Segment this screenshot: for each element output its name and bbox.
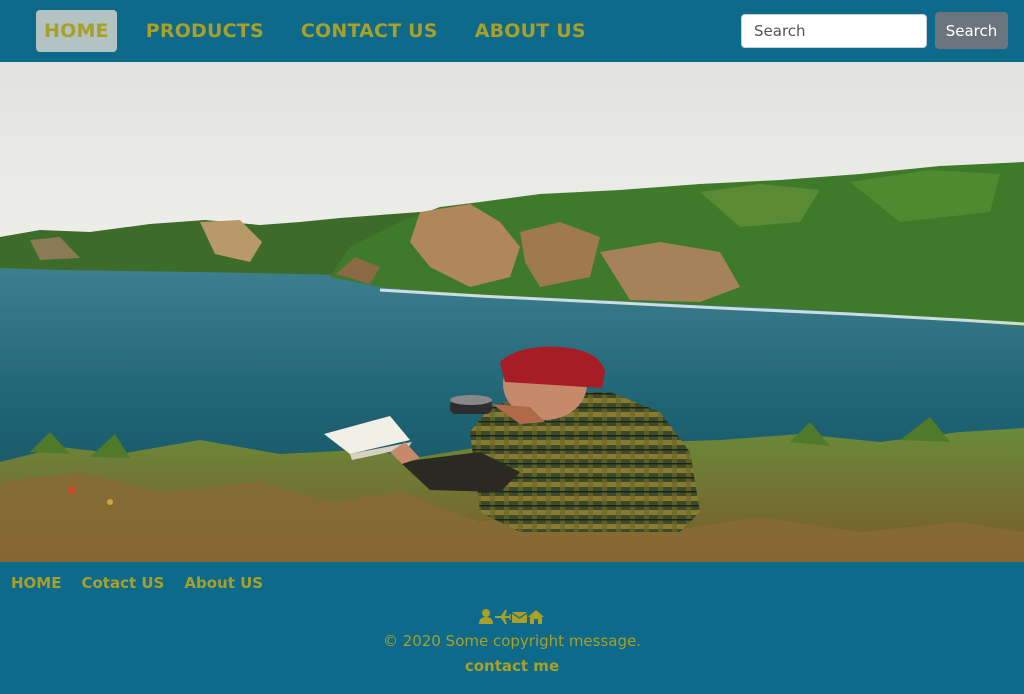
search-form: Search <box>741 12 1008 49</box>
nav-item-contact-us[interactable]: CONTACT US <box>293 10 446 52</box>
footer-link-contact-us[interactable]: Cotact US <box>81 574 164 592</box>
plane-icon[interactable] <box>495 610 511 624</box>
nav-item-products[interactable]: PRODUCTS <box>138 10 272 52</box>
nav-item-home[interactable]: HOME <box>36 10 117 52</box>
envelope-icon[interactable] <box>511 612 528 623</box>
footer: HOME Cotact US About US © 2020 Some copy… <box>0 562 1024 694</box>
footer-links: HOME Cotact US About US <box>11 574 283 592</box>
footer-icon-row <box>479 609 544 624</box>
footer-link-home[interactable]: HOME <box>11 574 61 592</box>
top-navbar: HOME PRODUCTS CONTACT US ABOUT US Search <box>0 0 1024 62</box>
hero-photo <box>0 62 1024 562</box>
search-button[interactable]: Search <box>935 12 1008 49</box>
home-icon[interactable] <box>528 610 544 624</box>
search-input[interactable] <box>741 13 927 48</box>
footer-icons <box>0 608 1024 629</box>
nav-item-about-us[interactable]: ABOUT US <box>467 10 594 52</box>
nav-links: HOME PRODUCTS CONTACT US ABOUT US <box>36 10 615 52</box>
user-icon[interactable] <box>479 609 493 624</box>
contact-me-link[interactable]: contact me <box>0 657 1024 675</box>
hero-image <box>0 62 1024 562</box>
copyright-text: © 2020 Some copyright message. <box>382 632 642 650</box>
footer-link-about-us[interactable]: About US <box>184 574 263 592</box>
